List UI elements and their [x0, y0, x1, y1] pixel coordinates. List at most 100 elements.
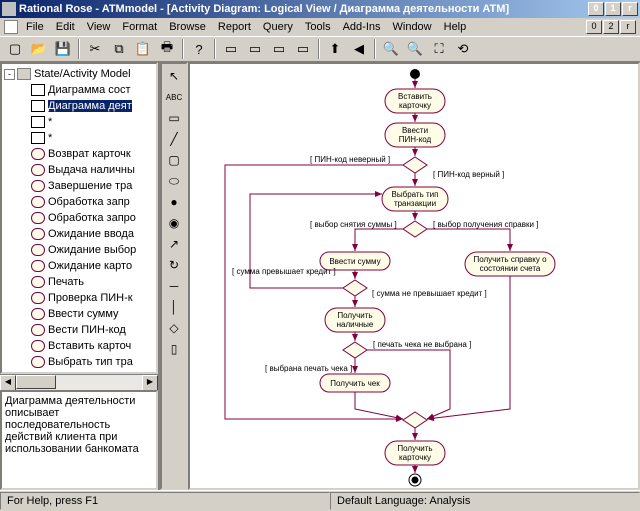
help-button[interactable]: ? — [188, 38, 210, 60]
tree-item[interactable]: Диаграмма сост — [4, 82, 154, 98]
menu-help[interactable]: Help — [438, 20, 473, 34]
browse-class-button[interactable]: ▭ — [220, 38, 242, 60]
decision-amount[interactable] — [343, 280, 367, 296]
tree-item[interactable]: Диаграмма деят — [4, 98, 154, 114]
transition-tool[interactable]: ↗ — [163, 234, 185, 254]
save-button[interactable]: 💾 — [52, 38, 74, 60]
tree-item[interactable]: Вставить карточ — [4, 338, 154, 354]
close-button[interactable]: r — [622, 2, 638, 16]
anchor-tool[interactable]: ╱ — [163, 129, 185, 149]
tree-item[interactable]: Выдача наличны — [4, 162, 154, 178]
tree-item[interactable]: * — [4, 130, 154, 146]
tree-item[interactable]: Выбрать тип тра — [4, 354, 154, 370]
documentation-pane[interactable]: Диаграмма деятельности описывает последо… — [0, 390, 158, 490]
act-icon — [31, 260, 45, 272]
tree-item[interactable]: * — [4, 114, 154, 130]
activity-tool[interactable]: ⬭ — [163, 171, 185, 191]
browse-deploy-button[interactable]: ▭ — [292, 38, 314, 60]
document-icon[interactable] — [4, 20, 18, 34]
main-area: -State/Activity ModelДиаграмма состДиагр… — [0, 62, 640, 490]
swimlane-tool[interactable]: ▯ — [163, 339, 185, 359]
state-tool[interactable]: ▢ — [163, 150, 185, 170]
menu-view[interactable]: View — [81, 20, 117, 34]
end-state-tool[interactable]: ◉ — [163, 213, 185, 233]
new-button[interactable]: ▢ — [4, 38, 26, 60]
browser-tree[interactable]: - State/Activity Model Диаграмма состДиагр… — [0, 62, 158, 374]
browse-usecase-button[interactable]: ▭ — [244, 38, 266, 60]
print-button[interactable]: 🖶 — [156, 38, 178, 60]
tree-item[interactable]: Обработка запро — [4, 210, 154, 226]
start-state-tool[interactable]: ● — [163, 192, 185, 212]
maximize-button[interactable]: 1 — [605, 2, 621, 16]
tree-item[interactable]: Проверка ПИН-к — [4, 290, 154, 306]
tree-item[interactable]: Ожидание ввода — [4, 226, 154, 242]
open-button[interactable]: 📂 — [28, 38, 50, 60]
tree-item[interactable]: Ожидание выбор — [4, 242, 154, 258]
tree-item[interactable]: Обработка запр — [4, 194, 154, 210]
mdi-restore-button[interactable]: 2 — [603, 20, 619, 34]
menu-browse[interactable]: Browse — [163, 20, 212, 34]
tree-hscroll[interactable]: ◀ ▶ — [0, 374, 158, 390]
menu-file[interactable]: File — [20, 20, 50, 34]
note-tool[interactable]: ▭ — [163, 108, 185, 128]
tree-item[interactable]: - State/Activity Model — [4, 66, 154, 82]
decision-receipt[interactable] — [343, 342, 367, 358]
mdi-minimize-button[interactable]: 0 — [586, 20, 602, 34]
tree-item[interactable]: Получить карточ — [4, 370, 154, 374]
act-icon — [31, 164, 45, 176]
menu-report[interactable]: Report — [212, 20, 257, 34]
tree-item[interactable]: Вести ПИН-код — [4, 322, 154, 338]
sync-v-tool[interactable]: │ — [163, 297, 185, 317]
pointer-tool[interactable]: ↖ — [163, 66, 185, 86]
tree-item[interactable]: Ожидание карто — [4, 258, 154, 274]
browse-parent-button[interactable]: ⬆ — [324, 38, 346, 60]
cut-button[interactable]: ✂ — [84, 38, 106, 60]
act-icon — [31, 212, 45, 224]
sync-h-tool[interactable]: ─ — [163, 276, 185, 296]
activity-label: Выбрать типтранзакции — [392, 190, 439, 208]
expand-icon[interactable]: - — [4, 69, 15, 80]
decision-tool[interactable]: ◇ — [163, 318, 185, 338]
scroll-track[interactable] — [16, 375, 142, 390]
documentation-text: Диаграмма деятельности описывает последо… — [5, 395, 139, 455]
menu-window[interactable]: Window — [387, 20, 438, 34]
copy-button[interactable]: ⧉ — [108, 38, 130, 60]
zoom-out-button[interactable]: 🔍 — [404, 38, 426, 60]
paste-button[interactable]: 📋 — [132, 38, 154, 60]
menu-format[interactable]: Format — [116, 20, 163, 34]
tree-item[interactable]: Завершение тра — [4, 178, 154, 194]
fit-window-button[interactable]: ⛶ — [428, 38, 450, 60]
activity-label: ВвестиПИН-код — [399, 126, 432, 144]
zoom-in-button[interactable]: 🔍 — [380, 38, 402, 60]
scroll-right-icon[interactable]: ▶ — [142, 375, 158, 391]
mdi-close-button[interactable]: r — [620, 20, 636, 34]
tree-item[interactable]: Печать — [4, 274, 154, 290]
guard-label: [ выбор снятия суммы ] — [310, 220, 397, 229]
scroll-thumb[interactable] — [16, 375, 56, 389]
tree-item-label: Обработка запро — [48, 212, 136, 224]
text-tool[interactable]: ABC — [163, 87, 185, 107]
scroll-left-icon[interactable]: ◀ — [0, 375, 16, 391]
decision-pin[interactable] — [403, 157, 427, 173]
activity-label: Получить чек — [330, 379, 380, 388]
tree-item[interactable]: Ввести сумму — [4, 306, 154, 322]
menu-query[interactable]: Query — [257, 20, 299, 34]
menu-addins[interactable]: Add-Ins — [337, 20, 387, 34]
browse-component-button[interactable]: ▭ — [268, 38, 290, 60]
merge-node[interactable] — [403, 412, 427, 428]
browse-prev-button[interactable]: ◀ — [348, 38, 370, 60]
undo-fit-button[interactable]: ⟲ — [452, 38, 474, 60]
diagram-canvas[interactable]: Вставитькарточку ВвестиПИН-код [ ПИН-код… — [188, 62, 640, 490]
diag-icon — [31, 132, 45, 144]
menu-tools[interactable]: Tools — [299, 20, 337, 34]
tree-item[interactable]: Возврат карточк — [4, 146, 154, 162]
tree-item-label: Вставить карточ — [48, 340, 131, 352]
menu-edit[interactable]: Edit — [50, 20, 81, 34]
decision-type[interactable] — [403, 221, 427, 237]
start-node[interactable] — [410, 69, 420, 79]
tree-item-label: State/Activity Model — [34, 68, 131, 80]
separator — [374, 39, 376, 59]
separator — [318, 39, 320, 59]
minimize-button[interactable]: 0 — [588, 2, 604, 16]
self-transition-tool[interactable]: ↻ — [163, 255, 185, 275]
